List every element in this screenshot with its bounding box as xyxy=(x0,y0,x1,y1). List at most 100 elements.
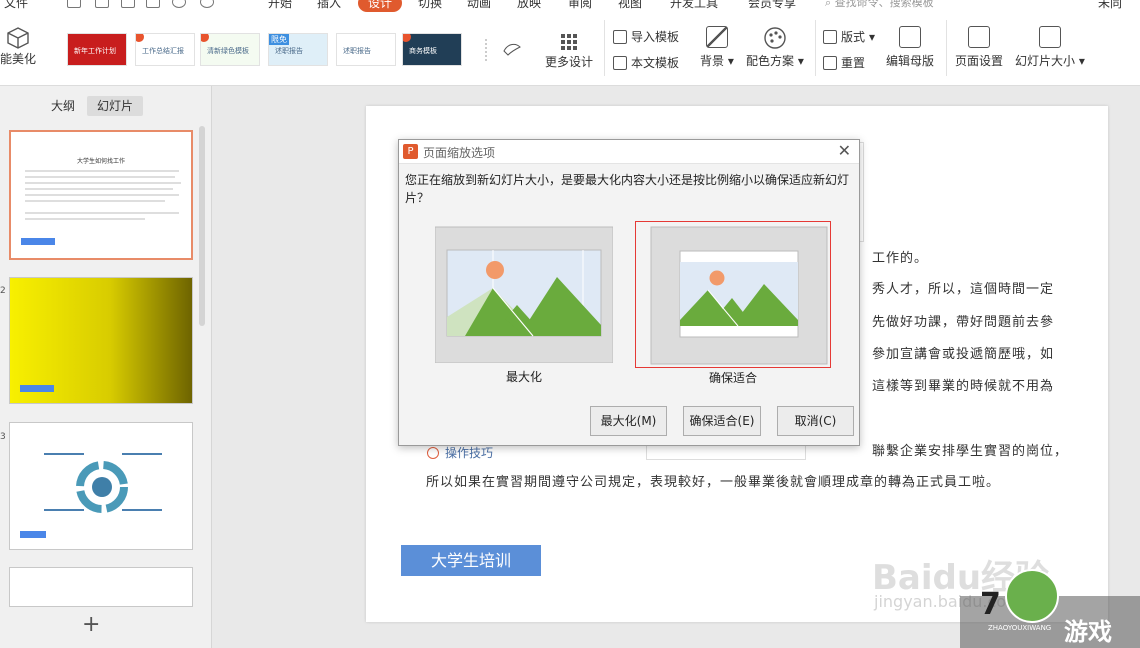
page-setup-button[interactable]: 页面设置 xyxy=(955,26,1003,69)
slide-thumb-button xyxy=(21,238,55,245)
hot-icon xyxy=(136,34,144,42)
add-slide-icon[interactable]: + xyxy=(82,614,100,636)
game-logo-icon: 7 游戏 ZHAOYOUXIWANG xyxy=(960,569,1140,648)
cloud-status[interactable]: 未同 xyxy=(1098,0,1122,12)
wps-presentation-window: 文件 开始 插入 设计 切换 动画 放映 审阅 视图 开发工具 会员专享 ⌕ 查… xyxy=(0,0,1140,648)
reset-button[interactable]: 重置 xyxy=(823,54,865,71)
text-line xyxy=(25,170,179,172)
template-thumb-7[interactable] xyxy=(470,33,530,66)
layout-button[interactable]: 版式 ▾ xyxy=(823,28,875,45)
option-ensure-fit[interactable]: 确保适合 xyxy=(635,221,831,385)
color-scheme-button[interactable]: 配色方案 ▾ xyxy=(746,26,804,69)
redo-icon[interactable] xyxy=(200,0,214,8)
print-icon[interactable] xyxy=(121,0,135,8)
edit-master-button[interactable]: 编辑母版 xyxy=(886,26,934,69)
background-icon xyxy=(705,26,728,48)
slide-thumb-1[interactable]: 大学生如何找工作 xyxy=(9,130,193,260)
cancel-button[interactable]: 取消(C) xyxy=(777,406,854,436)
text-line xyxy=(25,194,179,196)
layout-icon xyxy=(823,29,837,44)
panel-tabs: 大纲 幻灯片 xyxy=(0,94,212,118)
menu-bar: 文件 开始 插入 设计 切换 动画 放映 审阅 视图 开发工具 会员专享 ⌕ 查… xyxy=(0,0,1140,12)
text-line xyxy=(25,182,181,184)
preview-icon[interactable] xyxy=(146,0,160,8)
slide-thumb-2[interactable] xyxy=(9,277,193,404)
more-design-button[interactable]: 更多设计 xyxy=(545,34,593,70)
master-slide-icon xyxy=(899,26,921,48)
palette-icon xyxy=(764,27,786,49)
body-text-line: 所以如果在實習期間遵守公司規定，表現較好，一般畢業後就會順理成章的轉為正式員工啦… xyxy=(426,475,1001,490)
command-search[interactable]: ⌕ 查找命令、搜索模板 xyxy=(825,0,934,12)
divider xyxy=(946,20,947,76)
dialog-message: 您正在缩放到新幻灯片大小，是要最大化内容大小还是按比例缩小以确保适应新幻灯片？ xyxy=(405,173,850,205)
divider xyxy=(815,20,816,76)
import-template-button[interactable]: 导入模板 xyxy=(613,28,679,45)
menu-animation[interactable]: 动画 xyxy=(467,0,491,12)
slide-thumb-title: 大学生如何找工作 xyxy=(76,158,125,165)
menu-developer[interactable]: 开发工具 xyxy=(670,0,718,12)
template-thumb-3[interactable]: 清新绿色模板 xyxy=(200,33,260,66)
menu-insert[interactable]: 插入 xyxy=(317,0,341,12)
option-ensure-fit-label: 确保适合 xyxy=(708,371,757,385)
dialog-title: 页面缩放选项 xyxy=(423,146,496,160)
background-button[interactable]: 背景 ▾ xyxy=(700,26,734,69)
text-line xyxy=(25,176,175,178)
text-line xyxy=(25,200,165,202)
body-text-line: 參加宣講會或投遞簡歷哦，如 xyxy=(872,347,1055,362)
menu-member[interactable]: 会员专享 xyxy=(748,0,796,12)
limited-free-badge: 限免 xyxy=(269,34,289,45)
menu-file[interactable]: 文件 xyxy=(4,0,28,12)
slide-thumb-4[interactable] xyxy=(9,567,193,607)
menu-slideshow[interactable]: 放映 xyxy=(517,0,541,12)
slide-number: 2 xyxy=(0,286,6,296)
this-template-button[interactable]: 本文模板 xyxy=(613,54,679,71)
menu-review[interactable]: 审阅 xyxy=(568,0,592,12)
export-icon[interactable] xyxy=(95,0,109,8)
tips-link[interactable]: 操作技巧 xyxy=(427,444,493,461)
template-thumb-1[interactable]: 新年工作计划 xyxy=(67,33,127,66)
import-icon xyxy=(613,29,627,44)
cube-icon xyxy=(7,27,29,49)
menu-transition[interactable]: 切换 xyxy=(418,0,442,12)
badge-text: 游戏 xyxy=(1064,618,1112,646)
bird-sketch-icon xyxy=(485,39,521,61)
template-icon xyxy=(613,55,627,70)
body-text-line: 先做好功課，帶好問題前去參 xyxy=(872,315,1055,330)
ensure-fit-button[interactable]: 确保适合(E) xyxy=(683,406,761,436)
template-thumb-4[interactable]: 限免 述职报告 xyxy=(268,33,328,66)
site-logo: 7 游戏 ZHAOYOUXIWANG xyxy=(960,566,1140,648)
save-icon[interactable] xyxy=(67,0,81,8)
panel-scrollbar[interactable] xyxy=(199,126,205,326)
template-thumb-6[interactable]: 商务模板 xyxy=(402,33,462,66)
tab-slides[interactable]: 幻灯片 xyxy=(87,96,144,116)
page-zoom-dialog: P 页面缩放选项 ✕ 您正在缩放到新幻灯片大小，是要最大化内容大小还是按比例缩小… xyxy=(398,139,860,446)
body-text-line: 這樣等到畢業的時候就不用為 xyxy=(872,379,1055,394)
slide-number: 3 xyxy=(0,432,6,442)
svg-text:7: 7 xyxy=(980,587,1001,622)
close-icon[interactable]: ✕ xyxy=(838,142,851,160)
text-line xyxy=(25,218,145,220)
menu-view[interactable]: 视图 xyxy=(618,0,642,12)
smart-beautify-button[interactable]: 能美化 xyxy=(0,26,36,67)
design-ribbon: 能美化 新年工作计划 工作总结汇报 清新绿色模板 限免 述职报告 述职报告 商务模… xyxy=(0,12,1140,86)
slide-thumb-button xyxy=(20,531,46,538)
slide-size-button[interactable]: 幻灯片大小 ▾ xyxy=(1015,26,1085,69)
course-button[interactable]: 大学生培训 xyxy=(401,545,541,576)
body-text-line: 聯繫企業安排學生實習的崗位， xyxy=(872,444,1069,459)
page-settings-icon xyxy=(968,26,990,48)
wps-logo-icon: P xyxy=(403,144,418,159)
menu-design[interactable]: 设计 xyxy=(358,0,403,12)
undo-icon[interactable] xyxy=(172,0,186,8)
template-thumb-2[interactable]: 工作总结汇报 xyxy=(135,33,195,66)
option-maximize[interactable]: 最大化 xyxy=(434,225,614,384)
slide-thumb-3[interactable] xyxy=(9,422,193,550)
play-icon xyxy=(427,447,439,459)
maximize-button[interactable]: 最大化(M) xyxy=(590,406,667,436)
divider xyxy=(604,20,605,76)
tab-outline[interactable]: 大纲 xyxy=(41,96,85,116)
menu-home[interactable]: 开始 xyxy=(268,0,292,12)
body-text-line: 秀人才，所以，這個時間一定 xyxy=(872,282,1055,297)
template-thumb-5[interactable]: 述职报告 xyxy=(336,33,396,66)
ensure-fit-preview-icon xyxy=(650,226,828,365)
search-icon: ⌕ xyxy=(825,0,835,9)
